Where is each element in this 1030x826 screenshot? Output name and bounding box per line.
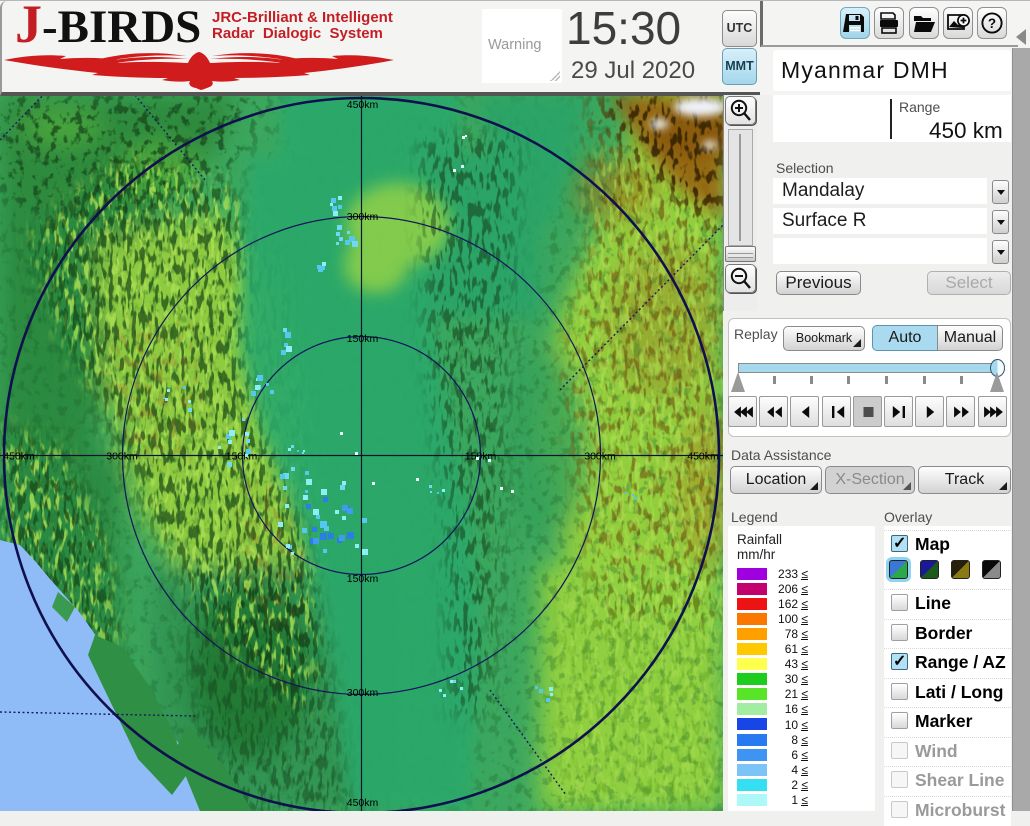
svg-text:150km: 150km — [347, 573, 379, 585]
svg-text:150km: 150km — [226, 451, 258, 463]
svg-text:450km: 450km — [347, 797, 379, 809]
svg-text:450km: 450km — [687, 451, 719, 463]
svg-text:450km: 450km — [347, 99, 379, 111]
svg-text:300km: 300km — [347, 211, 379, 223]
svg-text:150km: 150km — [347, 333, 379, 345]
svg-text:300km: 300km — [106, 451, 138, 463]
svg-text:?: ? — [988, 16, 996, 31]
svg-text:300km: 300km — [584, 451, 616, 463]
svg-text:450km: 450km — [3, 451, 35, 463]
svg-text:150km: 150km — [465, 451, 497, 463]
svg-text:300km: 300km — [347, 687, 379, 699]
